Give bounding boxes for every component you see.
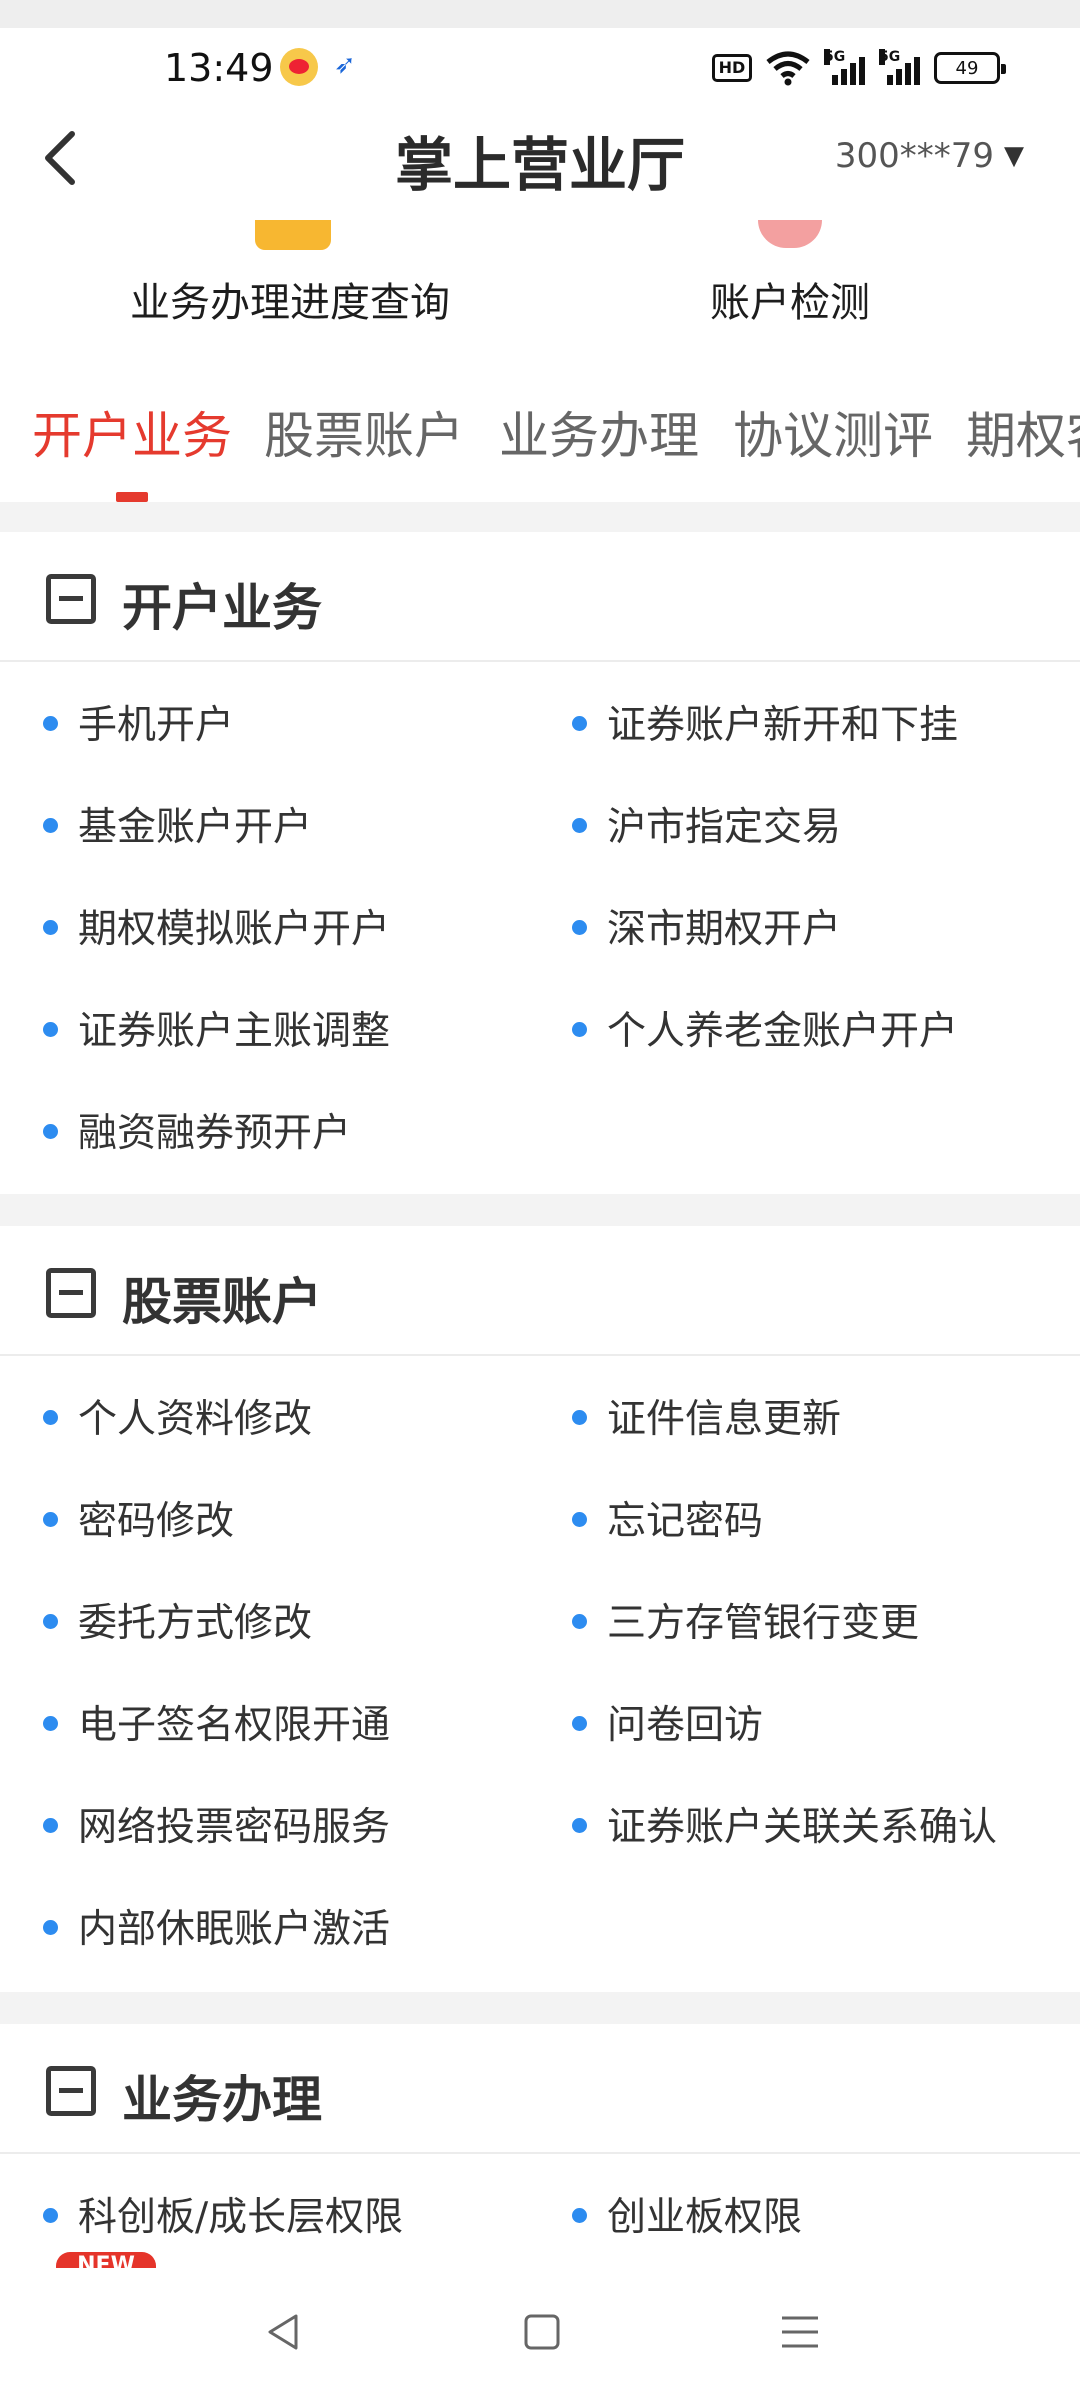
section-account-opening: 开户业务 手机开户 证券账户新开和下挂 基金账户开户 沪市指定交易 期权模拟账户…	[0, 532, 1080, 1194]
signal-1-icon: 5G	[824, 49, 865, 85]
list-item[interactable]: 三方存管银行变更	[571, 1592, 919, 1648]
nav-home-icon	[524, 2314, 560, 2350]
list-item[interactable]: 电子签名权限开通	[42, 1694, 390, 1750]
network-type-1: 5G	[824, 49, 846, 65]
list-item[interactable]: 基金账户开户	[42, 796, 312, 852]
section-divider	[0, 1194, 1080, 1226]
collapse-minus-icon	[46, 2066, 96, 2116]
list-item[interactable]: 证件信息更新	[571, 1388, 841, 1444]
tab-account-opening[interactable]: 开户业务	[32, 396, 232, 468]
list-item[interactable]: 委托方式修改	[42, 1592, 312, 1648]
list-item[interactable]: 个人养老金账户开户	[571, 1000, 958, 1056]
tab-options[interactable]: 期权客	[966, 396, 1080, 468]
hd-icon: HD	[712, 54, 752, 82]
tab-stock-account[interactable]: 股票账户	[264, 396, 464, 468]
tab-business[interactable]: 业务办理	[499, 396, 699, 468]
list-item[interactable]: 期权模拟账户开户	[42, 898, 390, 954]
list-item[interactable]: 问卷回访	[571, 1694, 763, 1750]
list-item[interactable]: 沪市指定交易	[571, 796, 841, 852]
section-header[interactable]: 开户业务	[0, 532, 1080, 662]
nav-menu-icon	[782, 2316, 818, 2348]
section-business: 业务办理 科创板/成长层权限 创业板权限	[0, 2024, 1080, 2268]
section-stock-account: 股票账户 个人资料修改 证件信息更新 密码修改 忘记密码 委托方式修改 三方存管…	[0, 1226, 1080, 1992]
list-item[interactable]: 证券账户新开和下挂	[571, 694, 958, 750]
status-time: 13:49	[164, 46, 274, 90]
status-indicators: HD 5G 5G 49	[712, 48, 1006, 88]
account-number: 300***79	[834, 136, 994, 176]
quick-action-label: 业务办理进度查询	[130, 280, 450, 326]
status-bar: 13:49 ➶ HD 5G 5G 49	[0, 28, 1080, 108]
nav-back-button[interactable]	[254, 2302, 314, 2362]
nav-back-icon	[268, 2314, 298, 2350]
section-title: 业务办理	[122, 2071, 322, 2129]
app-header: 掌上营业厅 300***79 ▼	[0, 108, 1080, 208]
list-item[interactable]: 创业板权限	[571, 2186, 802, 2242]
weibo-icon	[280, 48, 318, 86]
account-check-icon	[758, 220, 822, 248]
section-title: 股票账户	[122, 1273, 322, 1331]
list-item[interactable]: 手机开户	[42, 694, 234, 750]
section-divider	[0, 1992, 1080, 2024]
list-item[interactable]: 网络投票密码服务	[42, 1796, 390, 1852]
section-divider	[0, 502, 1080, 532]
collapse-minus-icon	[46, 574, 96, 624]
list-item[interactable]: 证券账户主账调整	[42, 1000, 390, 1056]
list-item[interactable]: 融资融券预开户	[42, 1102, 351, 1158]
progress-query-button[interactable]: 业务办理进度查询	[90, 208, 490, 358]
network-type-2: 5G	[879, 49, 901, 65]
section-header[interactable]: 股票账户	[0, 1226, 1080, 1356]
signal-2-icon: 5G	[879, 49, 920, 85]
category-tabs: 开户业务 股票账户 业务办理 协议测评 期权客	[0, 358, 1080, 502]
bird-notification-icon: ➶	[334, 50, 356, 80]
system-nav-bar	[0, 2268, 1080, 2400]
list-item[interactable]: 个人资料修改	[42, 1388, 312, 1444]
list-item[interactable]: 深市期权开户	[571, 898, 841, 954]
account-check-button[interactable]: 账户检测	[640, 208, 940, 358]
section-header[interactable]: 业务办理	[0, 2024, 1080, 2154]
wifi-icon	[766, 51, 810, 86]
active-tab-indicator	[116, 492, 148, 502]
nav-home-button[interactable]	[512, 2302, 572, 2362]
list-item[interactable]: 科创板/成长层权限	[42, 2186, 403, 2242]
quick-action-label: 账户检测	[710, 280, 870, 326]
section-title: 开户业务	[122, 579, 322, 637]
top-strip	[0, 0, 1080, 28]
progress-query-icon	[255, 220, 331, 250]
nav-menu-button[interactable]	[770, 2302, 830, 2362]
collapse-minus-icon	[46, 1268, 96, 1318]
list-item[interactable]: 忘记密码	[571, 1490, 763, 1546]
page: 13:49 ➶ HD 5G 5G 49 掌上营业厅 300***79 ▼ 业务办…	[0, 0, 1080, 2400]
list-item[interactable]: 密码修改	[42, 1490, 234, 1546]
list-item[interactable]: 证券账户关联关系确认	[571, 1796, 997, 1852]
account-selector[interactable]: 300***79 ▼	[835, 136, 1024, 176]
battery-level: 49	[955, 57, 979, 79]
battery-icon: 49	[934, 52, 1006, 84]
tab-agreement-evaluation[interactable]: 协议测评	[733, 396, 933, 468]
list-item[interactable]: 内部休眠账户激活	[42, 1898, 390, 1954]
caret-down-icon: ▼	[1004, 141, 1024, 171]
quick-actions: 业务办理进度查询 账户检测	[0, 208, 1080, 358]
